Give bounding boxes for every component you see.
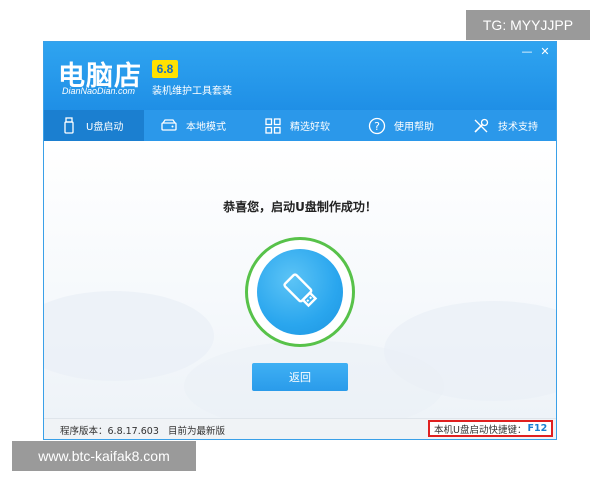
tab-tech-support[interactable]: 技术支持 <box>472 110 556 141</box>
boot-hotkey-label: 本机U盘启动快捷键： <box>434 424 527 436</box>
version-badge: 6.8 <box>152 60 178 78</box>
success-badge <box>245 237 355 347</box>
tools-icon <box>472 117 490 135</box>
title-bar: 电脑店 DianNaoDian.com 6.8 装机维护工具套装 — ✕ <box>44 42 556 110</box>
close-button[interactable]: ✕ <box>538 44 552 58</box>
tab-featured-software[interactable]: 精选好软 <box>264 110 364 141</box>
tab-label: 精选好软 <box>290 122 330 133</box>
tab-label: 本地模式 <box>186 122 226 133</box>
tab-label: 技术支持 <box>498 122 538 133</box>
program-version: 程序版本：6.8.17.603 <box>60 426 159 437</box>
minimize-button[interactable]: — <box>520 44 534 58</box>
page: 电脑店 DianNaoDian.com 6.8 装机维护工具套装 — ✕ U盘启… <box>0 0 600 480</box>
hard-disk-icon <box>160 117 178 135</box>
background-cloud <box>44 291 214 381</box>
usb-drive-icon <box>277 267 323 317</box>
watermark-top: TG: MYYJJPP <box>466 10 590 40</box>
boot-hotkey-value: F12 <box>527 423 548 434</box>
app-logo-subtext: DianNaoDian.com <box>62 86 136 96</box>
watermark-bottom: www.btc-kaifak8.com <box>12 441 196 471</box>
boot-hotkey-info: 本机U盘启动快捷键： F12 <box>428 420 554 437</box>
tab-bar: U盘启动 本地模式 精选好软 ? 使用帮助 技术支持 <box>44 110 556 141</box>
svg-text:?: ? <box>374 120 380 133</box>
main-content: 恭喜您，启动U盘制作成功！ 返回 <box>44 141 556 418</box>
grid-apps-icon <box>264 117 282 135</box>
return-button[interactable]: 返回 <box>252 363 348 391</box>
app-subtitle: 装机维护工具套装 <box>152 86 232 97</box>
tab-usb-boot[interactable]: U盘启动 <box>44 110 144 141</box>
app-window: 电脑店 DianNaoDian.com 6.8 装机维护工具套装 — ✕ U盘启… <box>43 41 557 440</box>
tab-label: U盘启动 <box>86 122 124 133</box>
usb-drive-icon <box>60 116 78 135</box>
help-icon: ? <box>368 117 386 135</box>
tab-help[interactable]: ? 使用帮助 <box>368 110 458 141</box>
success-message: 恭喜您，启动U盘制作成功！ <box>223 200 377 214</box>
latest-version-status: 目前为最新版 <box>168 426 226 437</box>
tab-label: 使用帮助 <box>394 122 434 133</box>
tab-local-mode[interactable]: 本地模式 <box>160 110 250 141</box>
status-bar: 程序版本：6.8.17.603 目前为最新版 本机U盘启动快捷键： F12 <box>44 418 556 439</box>
